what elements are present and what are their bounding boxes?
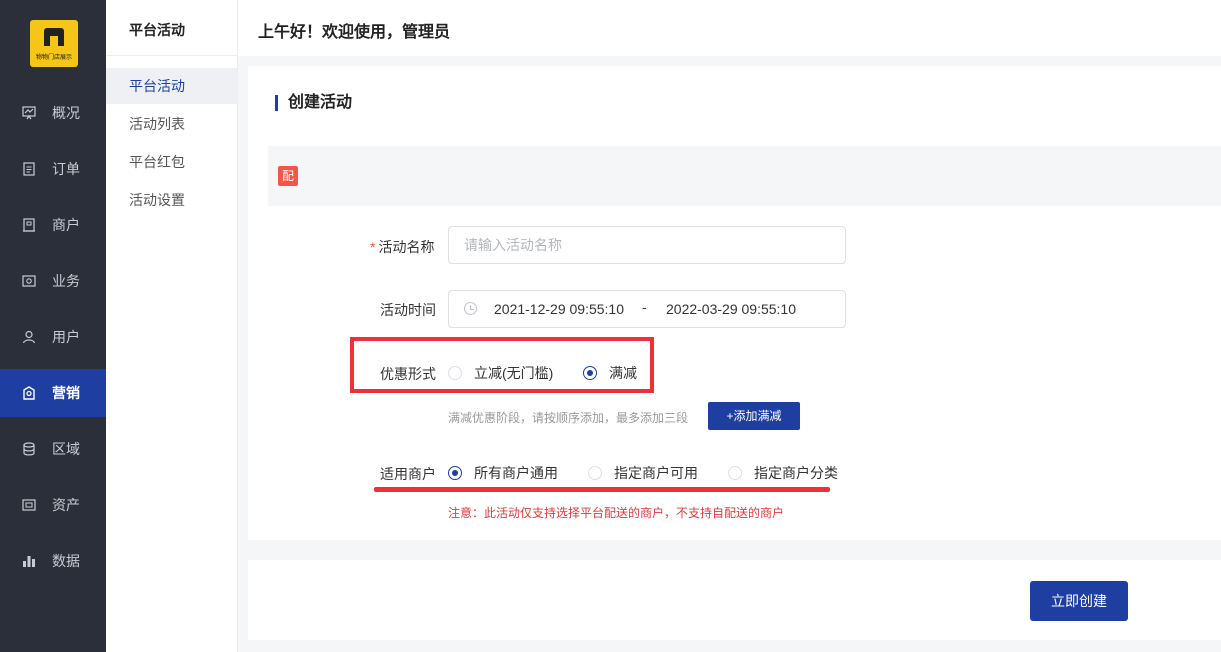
- delivery-badge[interactable]: 配: [278, 166, 298, 186]
- nav-label: 区域: [52, 441, 80, 457]
- radio-dot[interactable]: [588, 466, 602, 480]
- create-now-button[interactable]: 立即创建: [1030, 581, 1128, 621]
- nav-item-data[interactable]: 数据: [0, 537, 106, 585]
- nav-label: 用户: [52, 329, 80, 345]
- subnav-item-platform-redpacket[interactable]: 平台红包: [106, 144, 237, 180]
- nav-item-overview[interactable]: 概况: [0, 89, 106, 137]
- start-date[interactable]: 2021-12-29 09:55:10: [494, 301, 624, 317]
- greeting-text: 上午好！欢迎使用，管理员: [258, 24, 451, 41]
- subnav-item-activity-settings[interactable]: 活动设置: [106, 182, 237, 218]
- date-separator: -: [642, 299, 647, 315]
- radio-dot[interactable]: [728, 466, 742, 480]
- building-icon: [22, 218, 36, 232]
- top-bar: 上午好！欢迎使用，管理员: [238, 0, 1221, 56]
- nav-item-region[interactable]: 区域: [0, 425, 106, 473]
- activity-name-label: * 活动名称: [370, 237, 434, 257]
- activity-time-range-picker[interactable]: 2021-12-29 09:55:10 - 2022-03-29 09:55:1…: [448, 290, 846, 328]
- action-bar: 立即创建: [248, 560, 1221, 640]
- radio-label: 指定商户可用: [614, 465, 698, 481]
- bar-chart-icon: [22, 554, 36, 568]
- activity-type-row: 配: [268, 146, 1221, 206]
- shop-icon: [44, 28, 64, 46]
- highlight-underline: [374, 487, 830, 492]
- radio-merchant-category[interactable]: 指定商户分类: [728, 463, 838, 483]
- merchant-scope-label: 适用商户: [380, 466, 436, 482]
- nav-item-merchants[interactable]: 商户: [0, 201, 106, 249]
- create-activity-card: 创建活动 配 *活动名称 活动时间 2021-12-29 09:55:10 - …: [248, 66, 1221, 540]
- subnav-item-platform-activity[interactable]: 平台活动: [106, 68, 237, 104]
- nav-label: 商户: [52, 217, 80, 233]
- nav-item-business[interactable]: 业务: [0, 257, 106, 305]
- subnav-item-activity-list[interactable]: 活动列表: [106, 106, 237, 142]
- nav-item-assets[interactable]: 资产: [0, 481, 106, 529]
- app-logo[interactable]: 物物门店展示: [30, 20, 78, 67]
- end-date[interactable]: 2022-03-29 09:55:10: [666, 301, 796, 317]
- nav-label: 数据: [52, 553, 80, 569]
- divider: [106, 55, 237, 56]
- nav-label: 营销: [52, 385, 80, 401]
- logo-text: 物物门店展示: [35, 55, 72, 61]
- briefcase-icon: [22, 274, 36, 288]
- radio-label: 指定商户分类: [754, 465, 838, 481]
- wallet-icon: [22, 498, 36, 512]
- nav-label: 业务: [52, 273, 80, 289]
- radio-specified-merchants[interactable]: 指定商户可用: [588, 463, 698, 483]
- activity-time-label: 活动时间: [380, 302, 436, 318]
- full-reduction-hint: 满减优惠阶段，请按顺序添加，最多添加三段: [448, 411, 689, 425]
- user-icon: [22, 330, 36, 344]
- delivery-notice: 注意：此活动仅支持选择平台配送的商户，不支持自配送的商户: [448, 506, 785, 520]
- clock-icon: [464, 302, 477, 315]
- subnav-title: 平台活动: [129, 22, 185, 38]
- nav-item-orders[interactable]: 订单: [0, 145, 106, 193]
- activity-name-label-text: 活动名称: [378, 239, 435, 255]
- nav-label: 订单: [52, 161, 80, 177]
- radio-all-merchants[interactable]: 所有商户通用: [448, 463, 558, 483]
- activity-name-field[interactable]: [448, 226, 846, 264]
- database-icon: [22, 442, 36, 456]
- activity-name-input[interactable]: [449, 227, 845, 263]
- section-title: 创建活动: [275, 95, 352, 111]
- secondary-nav: 平台活动 平台活动 活动列表 平台红包 活动设置: [106, 0, 238, 652]
- add-full-reduction-button[interactable]: +添加满减: [708, 402, 800, 430]
- required-mark: *: [370, 239, 376, 255]
- document-icon: [22, 162, 36, 176]
- chart-board-icon: [22, 106, 36, 120]
- nav-item-users[interactable]: 用户: [0, 313, 106, 361]
- radio-dot[interactable]: [448, 466, 462, 480]
- tag-icon: [22, 386, 36, 400]
- highlight-box: [350, 337, 654, 393]
- nav-item-marketing[interactable]: 营销: [0, 369, 106, 417]
- sidebar: 物物门店展示 概况 订单 商户 业务 用户 营销 区域 资产 数据: [0, 0, 106, 652]
- nav-label: 资产: [52, 497, 80, 513]
- nav-label: 概况: [52, 105, 80, 121]
- radio-label: 所有商户通用: [474, 465, 558, 481]
